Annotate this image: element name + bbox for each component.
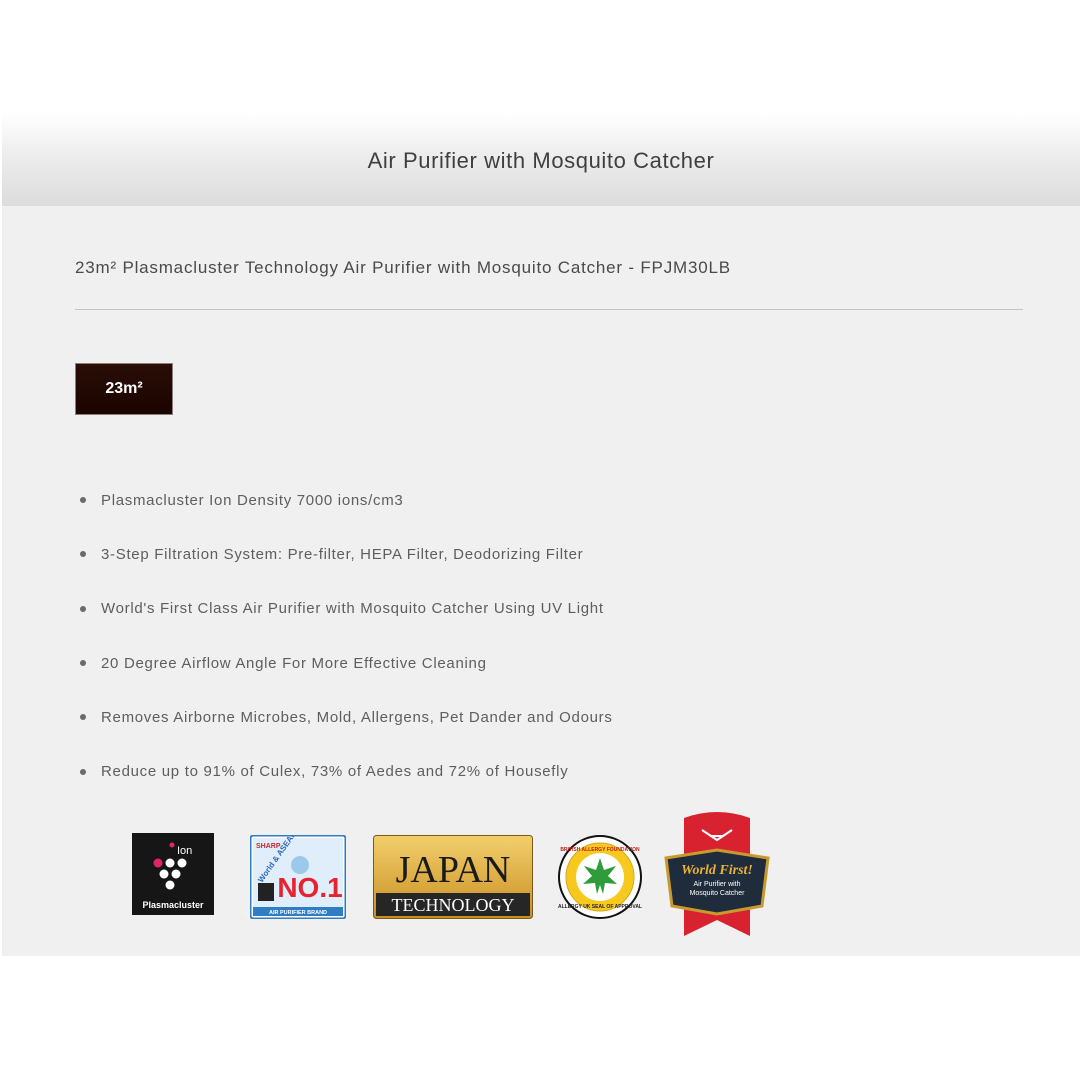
feature-item: 20 Degree Airflow Angle For More Effecti… xyxy=(80,636,613,690)
feature-item: World's First Class Air Purifier with Mo… xyxy=(80,582,613,636)
bullet-icon xyxy=(80,605,86,612)
japan-text: JAPAN xyxy=(396,849,511,891)
japan-technology-badge: JAPAN TECHNOLOGY xyxy=(373,835,533,919)
feature-text: World's First Class Air Purifier with Mo… xyxy=(101,600,604,618)
technology-text: TECHNOLOGY xyxy=(392,895,515,915)
plasmacluster-logo: Ion Plasmacluster xyxy=(132,833,214,915)
bullet-icon xyxy=(80,660,86,667)
allergy-seal-icon: BRITISH ALLERGY FOUNDATION ALLERGY UK SE… xyxy=(557,834,643,920)
feature-text: 20 Degree Airflow Angle For More Effecti… xyxy=(101,654,487,672)
world-first-line2: Mosquito Catcher xyxy=(690,890,746,897)
section-title: Air Purifier with Mosquito Catcher xyxy=(367,147,715,173)
feature-text: 3-Step Filtration System: Pre-filter, HE… xyxy=(101,545,584,563)
feature-list: Plasmacluster Ion Density 7000 ions/cm3 … xyxy=(80,473,613,799)
area-badge: 23m² xyxy=(75,363,173,415)
world-first-ribbon: World First! Air Purifier with Mosquito … xyxy=(662,810,772,936)
bullet-icon xyxy=(80,497,86,504)
feature-text: Removes Airborne Microbes, Mold, Allerge… xyxy=(101,708,613,726)
feature-item: Removes Airborne Microbes, Mold, Allerge… xyxy=(80,690,613,744)
seal-top-text: BRITISH ALLERGY FOUNDATION xyxy=(560,847,640,853)
rank-text: NO.1 xyxy=(277,872,342,903)
number-one-badge: SHARP World & ASEAN's NO.1 AIR PURIFIER … xyxy=(250,835,346,919)
feature-text: Reduce up to 91% of Culex, 73% of Aedes … xyxy=(101,763,569,781)
divider xyxy=(75,309,1023,310)
section-header: Air Purifier with Mosquito Catcher xyxy=(2,113,1080,206)
product-panel: Air Purifier with Mosquito Catcher 23m² … xyxy=(2,113,1080,956)
ion-text: Ion xyxy=(177,845,192,857)
feature-item: Plasmacluster Ion Density 7000 ions/cm3 xyxy=(80,473,613,527)
world-first-title: World First! xyxy=(681,863,753,878)
bullet-icon xyxy=(80,551,86,558)
product-title: 23m² Plasmacluster Technology Air Purifi… xyxy=(75,258,731,277)
feature-item: Reduce up to 91% of Culex, 73% of Aedes … xyxy=(80,744,613,798)
bullet-icon xyxy=(80,714,86,721)
seal-bottom-text: ALLERGY UK SEAL OF APPROVAL xyxy=(558,904,642,910)
world-first-line1: Air Purifier with xyxy=(693,881,740,888)
feature-text: Plasmacluster Ion Density 7000 ions/cm3 xyxy=(101,491,404,509)
bullet-icon xyxy=(80,768,86,775)
plasmacluster-label: Plasmacluster xyxy=(142,900,204,910)
caption-text: AIR PURIFIER BRAND xyxy=(269,910,327,916)
feature-item: 3-Step Filtration System: Pre-filter, HE… xyxy=(80,527,613,581)
